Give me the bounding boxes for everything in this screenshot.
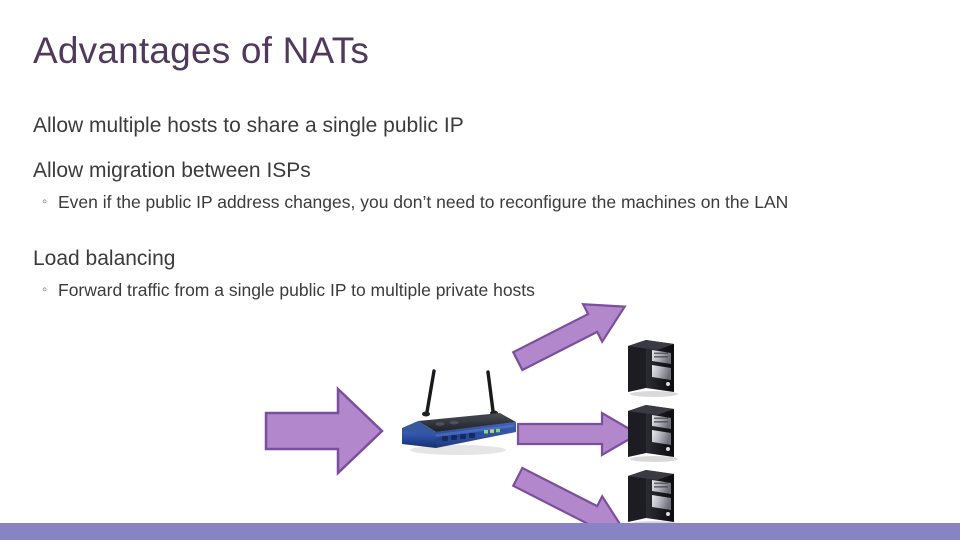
- footer-bar: [0, 523, 960, 540]
- bullet-list: Allow multiple hosts to share a single p…: [33, 112, 933, 309]
- hollow-circle-bullet-icon: ◦: [42, 193, 48, 210]
- incoming-traffic-arrow-icon: [264, 385, 384, 477]
- hollow-circle-bullet-icon: ◦: [42, 281, 48, 298]
- bullet-level2-1: ◦ Even if the public IP address changes,…: [33, 190, 933, 215]
- bullet-level2-2: ◦ Forward traffic from a single public I…: [33, 278, 933, 303]
- bullet-level1-1: Allow multiple hosts to share a single p…: [33, 114, 464, 137]
- bullet-level1-3: Load balancing: [33, 247, 176, 270]
- computer-tower-1-icon: [624, 336, 684, 398]
- computer-tower-2-icon: [624, 401, 684, 463]
- bullet-level2-1-label: Even if the public IP address changes, y…: [58, 192, 789, 212]
- bullet-level2-2-label: Forward traffic from a single public IP …: [58, 280, 535, 300]
- page-number: 7: [943, 511, 950, 523]
- computer-tower-3-icon: [624, 466, 684, 528]
- bullet-level1-2: Allow migration between ISPs: [33, 159, 311, 182]
- outgoing-arrow-2-icon: [516, 411, 641, 457]
- page-title: Advantages of NATs: [33, 30, 370, 71]
- slide: Advantages of NATs Allow multiple hosts …: [0, 0, 960, 540]
- wireless-router-icon: [396, 366, 526, 466]
